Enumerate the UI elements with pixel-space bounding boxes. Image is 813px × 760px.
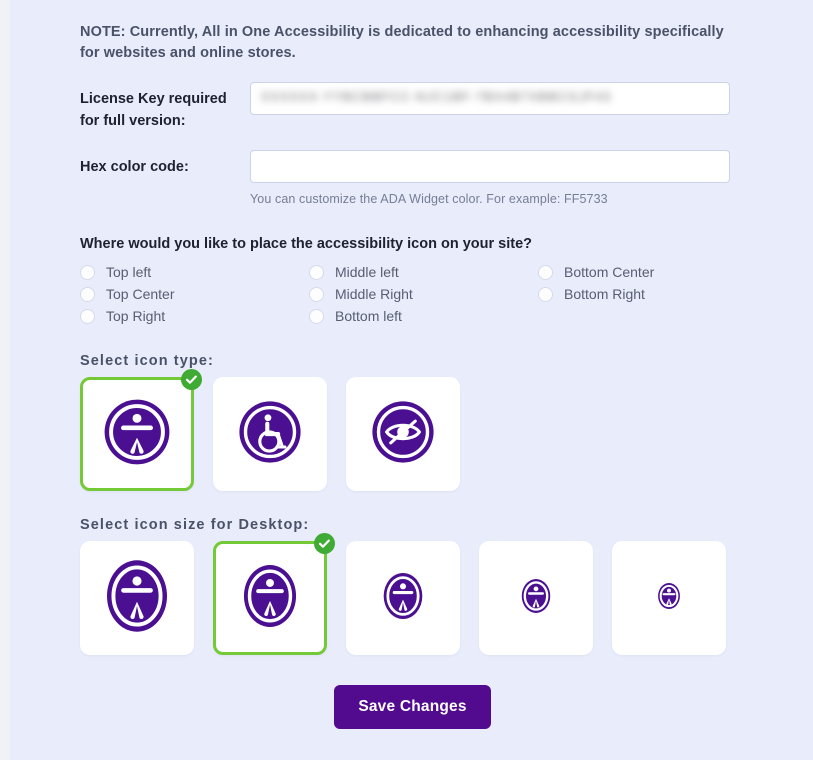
hex-color-label: Hex color code: (80, 159, 189, 175)
radio-circle-icon (309, 308, 324, 324)
placement-question: Where would you like to place the access… (80, 236, 533, 252)
accessibility-person-icon (101, 396, 173, 473)
wheelchair-icon (236, 398, 304, 471)
icon-size-option-2[interactable] (213, 533, 335, 655)
placement-radio-group: Top left Top Center Top Right Middle lef… (80, 261, 745, 327)
accessibility-person-icon (101, 556, 173, 641)
license-key-label: License Key required for full version: (80, 91, 227, 129)
selected-check-icon (314, 533, 335, 554)
save-button-container: Save Changes (80, 685, 745, 729)
icon-type-option-eye-slash[interactable] (346, 377, 460, 491)
icon-size-options (80, 533, 745, 655)
icon-size-option-4[interactable] (479, 541, 593, 655)
radio-circle-icon (80, 308, 95, 324)
radio-option-middle-left[interactable]: Middle left (309, 261, 538, 283)
license-key-control: XXXXXX-YYBCBBFCC-NJC1BF-7BX4B7XBBCGJF43 (250, 82, 745, 115)
radio-circle-icon (80, 264, 95, 280)
icon-size-option-3[interactable] (346, 541, 460, 655)
icon-type-options (80, 369, 745, 491)
radio-circle-icon (538, 264, 553, 280)
radio-circle-icon (309, 264, 324, 280)
icon-type-heading: Select icon type: (80, 353, 214, 369)
radio-option-bottom-right[interactable]: Bottom Right (538, 283, 745, 305)
accessibility-person-icon (239, 561, 301, 636)
save-changes-button[interactable]: Save Changes (334, 685, 491, 729)
radio-circle-icon (538, 286, 553, 302)
radio-label: Bottom Center (564, 264, 655, 280)
icon-size-option-1[interactable] (80, 541, 194, 655)
hex-color-hint: You can customize the ADA Widget color. … (250, 192, 608, 206)
hex-color-row: Hex color code: You can customize the AD… (80, 150, 745, 206)
eye-slash-icon (369, 398, 437, 471)
license-key-row: License Key required for full version: X… (80, 82, 745, 132)
license-key-input[interactable] (250, 82, 730, 115)
note-text: NOTE: Currently, All in One Accessibilit… (80, 24, 724, 61)
radio-option-top-center[interactable]: Top Center (80, 283, 309, 305)
hex-color-control: You can customize the ADA Widget color. … (250, 150, 745, 206)
radio-circle-icon (80, 286, 95, 302)
radio-label: Bottom Right (564, 286, 645, 302)
settings-panel: NOTE: Currently, All in One Accessibilit… (10, 0, 813, 760)
radio-label: Middle Right (335, 286, 413, 302)
radio-option-top-right[interactable]: Top Right (80, 305, 309, 327)
icon-size-option-5[interactable] (612, 541, 726, 655)
radio-label: Top Right (106, 308, 166, 324)
icon-type-option-wheelchair[interactable] (213, 377, 327, 491)
accessibility-person-icon (656, 581, 682, 616)
radio-grid-filler (538, 305, 745, 327)
radio-label: Top left (106, 264, 152, 280)
accessibility-person-icon (519, 577, 553, 620)
radio-option-top-left[interactable]: Top left (80, 261, 309, 283)
icon-size-heading: Select icon size for Desktop: (80, 517, 310, 533)
hex-color-input[interactable] (250, 150, 730, 183)
settings-content: NOTE: Currently, All in One Accessibilit… (80, 0, 745, 729)
radio-option-middle-right[interactable]: Middle Right (309, 283, 538, 305)
accessibility-person-icon (380, 570, 426, 627)
radio-label: Top Center (106, 286, 175, 302)
radio-label: Bottom left (335, 308, 402, 324)
radio-label: Middle left (335, 264, 399, 280)
selected-check-icon (181, 369, 202, 390)
radio-option-bottom-left[interactable]: Bottom left (309, 305, 538, 327)
radio-circle-icon (309, 286, 324, 302)
license-key-field-wrap: XXXXXX-YYBCBBFCC-NJC1BF-7BX4B7XBBCGJF43 (250, 82, 745, 115)
radio-option-bottom-center[interactable]: Bottom Center (538, 261, 745, 283)
icon-type-option-accessibility-person[interactable] (80, 369, 202, 491)
